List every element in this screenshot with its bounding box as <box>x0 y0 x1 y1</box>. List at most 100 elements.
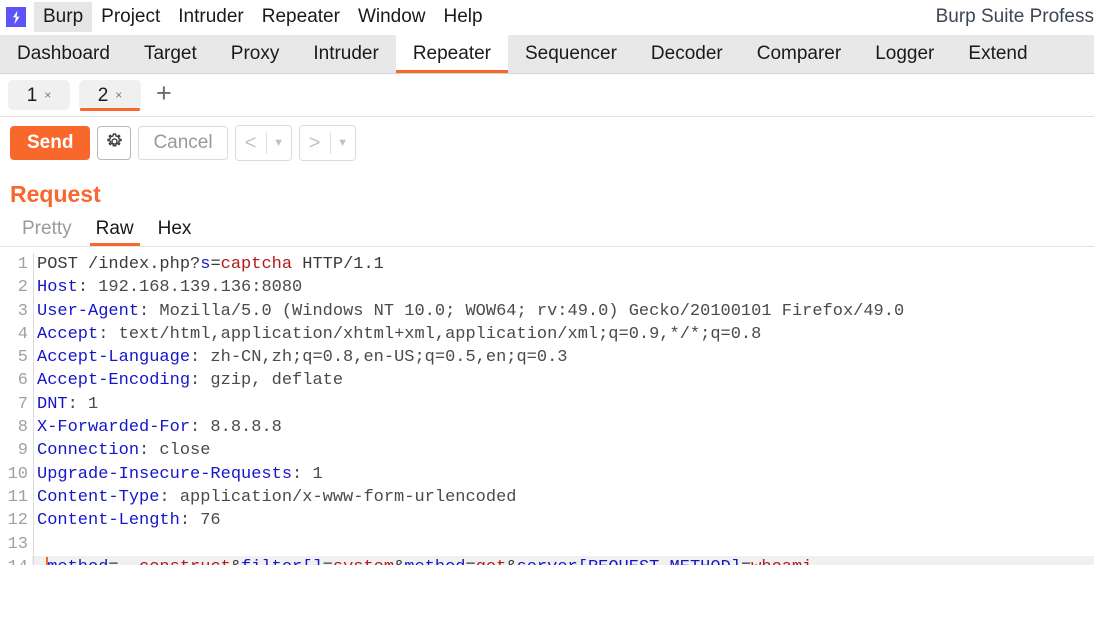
tab-logger[interactable]: Logger <box>858 35 951 73</box>
code-text[interactable]: Accept-Encoding: gzip, deflate <box>32 369 1094 392</box>
tab-hex[interactable]: Hex <box>146 218 204 246</box>
code-token: : application/x-www-form-urlencoded <box>159 487 517 507</box>
repeater-tab-2[interactable]: 2 × <box>79 80 141 111</box>
code-token: Accept <box>37 324 99 344</box>
tab-target[interactable]: Target <box>127 35 214 73</box>
code-token: Connection <box>37 441 140 461</box>
code-text[interactable]: User-Agent: Mozilla/5.0 (Windows NT 10.0… <box>32 300 1094 323</box>
code-text[interactable] <box>32 533 1094 556</box>
code-line[interactable]: 10 Upgrade-Insecure-Requests: 1 <box>0 463 1094 486</box>
tab-sequencer[interactable]: Sequencer <box>508 35 634 73</box>
code-token: : 8.8.8.8 <box>190 418 282 438</box>
code-token: User-Agent <box>37 301 140 321</box>
repeater-tab-1-label: 1 <box>26 84 38 106</box>
code-token: Upgrade-Insecure-Requests <box>37 464 293 484</box>
line-number: 6 <box>17 371 28 391</box>
send-button[interactable]: Send <box>10 126 91 160</box>
cancel-button[interactable]: Cancel <box>138 126 228 160</box>
code-token: captcha <box>220 255 293 274</box>
code-token: HTTP/1.1 <box>292 255 384 274</box>
caret-down-icon[interactable]: ▼ <box>331 137 355 149</box>
tab-repeater[interactable]: Repeater <box>395 35 509 73</box>
menu-item-window[interactable]: Window <box>349 2 435 32</box>
line-number: 8 <box>17 418 28 438</box>
line-number: 3 <box>17 301 28 321</box>
code-token: : 76 <box>179 511 221 531</box>
menu-item-intruder[interactable]: Intruder <box>169 2 252 32</box>
code-line[interactable]: 4 Accept: text/html,application/xhtml+xml… <box>0 323 1094 346</box>
code-line[interactable]: 8 X-Forwarded-For: 8.8.8.8 <box>0 416 1094 439</box>
request-code-body[interactable]: 1 POST /index.php?s=captcha HTTP/1.1 2 Host… <box>0 253 1094 580</box>
code-token: : Mozilla/5.0 (Windows NT 10.0; WOW64; r… <box>139 301 905 321</box>
code-text[interactable]: DNT: 1 <box>32 393 1094 416</box>
repeater-tab-1[interactable]: 1 × <box>8 80 70 110</box>
tab-intruder[interactable]: Intruder <box>296 35 395 73</box>
code-text[interactable]: Upgrade-Insecure-Requests: 1 <box>32 463 1094 486</box>
code-text[interactable]: Accept-Language: zh-CN,zh;q=0.8,en-US;q=… <box>32 346 1094 369</box>
forward-button-group[interactable]: > ▼ <box>298 125 356 161</box>
code-token: : 192.168.139.136:8080 <box>77 278 303 298</box>
code-token: Content-Length <box>37 511 180 531</box>
chevron-left-icon[interactable]: < <box>236 132 266 155</box>
code-text[interactable]: Content-Length: 76 <box>32 509 1094 532</box>
code-line[interactable]: 12 Content-Length: 76 <box>0 509 1094 532</box>
tab-comparer[interactable]: Comparer <box>740 35 858 73</box>
code-line[interactable]: 1 POST /index.php?s=captcha HTTP/1.1 <box>0 253 1094 276</box>
code-line[interactable]: 11 Content-Type: application/x-www-form-u… <box>0 486 1094 509</box>
line-number: 4 <box>17 324 28 344</box>
request-editor[interactable]: 1 POST /index.php?s=captcha HTTP/1.1 2 Host… <box>0 247 1094 583</box>
line-number: 1 <box>17 255 28 274</box>
code-text[interactable]: Content-Type: application/x-www-form-url… <box>32 486 1094 509</box>
suite-tab-bar: Dashboard Target Proxy Intruder Repeater… <box>0 35 1094 74</box>
line-number: 7 <box>17 394 28 414</box>
line-number: 2 <box>17 278 28 298</box>
caret-down-icon[interactable]: ▼ <box>267 137 291 149</box>
menu-item-burp[interactable]: Burp <box>34 2 93 32</box>
editor-bottom-strip <box>0 565 1094 583</box>
code-text[interactable]: POST /index.php?s=captcha HTTP/1.1 <box>32 253 1094 276</box>
code-token: : gzip, deflate <box>190 371 344 391</box>
code-text[interactable]: Connection: close <box>32 439 1094 462</box>
code-line[interactable]: 2 Host: 192.168.139.136:8080 <box>0 276 1094 299</box>
code-text[interactable]: X-Forwarded-For: 8.8.8.8 <box>32 416 1094 439</box>
code-line[interactable]: 9 Connection: close <box>0 439 1094 462</box>
code-line[interactable]: 7 DNT: 1 <box>0 393 1094 416</box>
line-number: 12 <box>7 511 28 531</box>
tab-pretty[interactable]: Pretty <box>10 218 84 246</box>
menu-item-repeater[interactable]: Repeater <box>253 2 349 32</box>
close-icon[interactable]: × <box>115 89 122 101</box>
burp-lightning-icon <box>6 7 26 27</box>
code-line[interactable]: 13 <box>0 533 1094 556</box>
code-token: Content-Type <box>37 487 160 507</box>
code-token: : 1 <box>67 394 99 414</box>
close-icon[interactable]: × <box>44 89 51 101</box>
back-button-group[interactable]: < ▼ <box>234 125 292 161</box>
tab-extender[interactable]: Extend <box>951 35 1044 73</box>
code-token: s <box>200 255 211 274</box>
code-token: Accept-Language <box>37 348 191 368</box>
code-token: : 1 <box>292 464 323 484</box>
repeater-tab-bar: 1 × 2 × + <box>0 74 1094 117</box>
add-tab-button[interactable]: + <box>150 79 178 111</box>
code-token: = <box>210 255 221 274</box>
tab-dashboard[interactable]: Dashboard <box>0 35 127 73</box>
code-text[interactable]: Host: 192.168.139.136:8080 <box>32 276 1094 299</box>
chevron-right-icon[interactable]: > <box>300 132 330 155</box>
menu-bar: Burp Project Intruder Repeater Window He… <box>0 0 1094 35</box>
code-line[interactable]: 3 User-Agent: Mozilla/5.0 (Windows NT 10.… <box>0 300 1094 323</box>
menu-item-help[interactable]: Help <box>435 2 492 32</box>
tab-proxy[interactable]: Proxy <box>214 35 297 73</box>
gear-icon <box>105 132 124 154</box>
settings-button[interactable] <box>97 126 132 160</box>
tab-raw[interactable]: Raw <box>84 218 146 246</box>
tab-decoder[interactable]: Decoder <box>634 35 740 73</box>
gutter-divider <box>32 253 34 583</box>
code-line[interactable]: 5 Accept-Language: zh-CN,zh;q=0.8,en-US;q… <box>0 346 1094 369</box>
code-text[interactable]: Accept: text/html,application/xhtml+xml,… <box>32 323 1094 346</box>
code-line[interactable]: 6 Accept-Encoding: gzip, deflate <box>0 369 1094 392</box>
menu-item-project[interactable]: Project <box>92 2 169 32</box>
line-number: 11 <box>7 487 28 507</box>
repeater-tab-2-label: 2 <box>97 84 109 106</box>
request-panel-title: Request <box>10 181 101 207</box>
request-view-tabs: Pretty Raw Hex <box>0 214 1094 247</box>
